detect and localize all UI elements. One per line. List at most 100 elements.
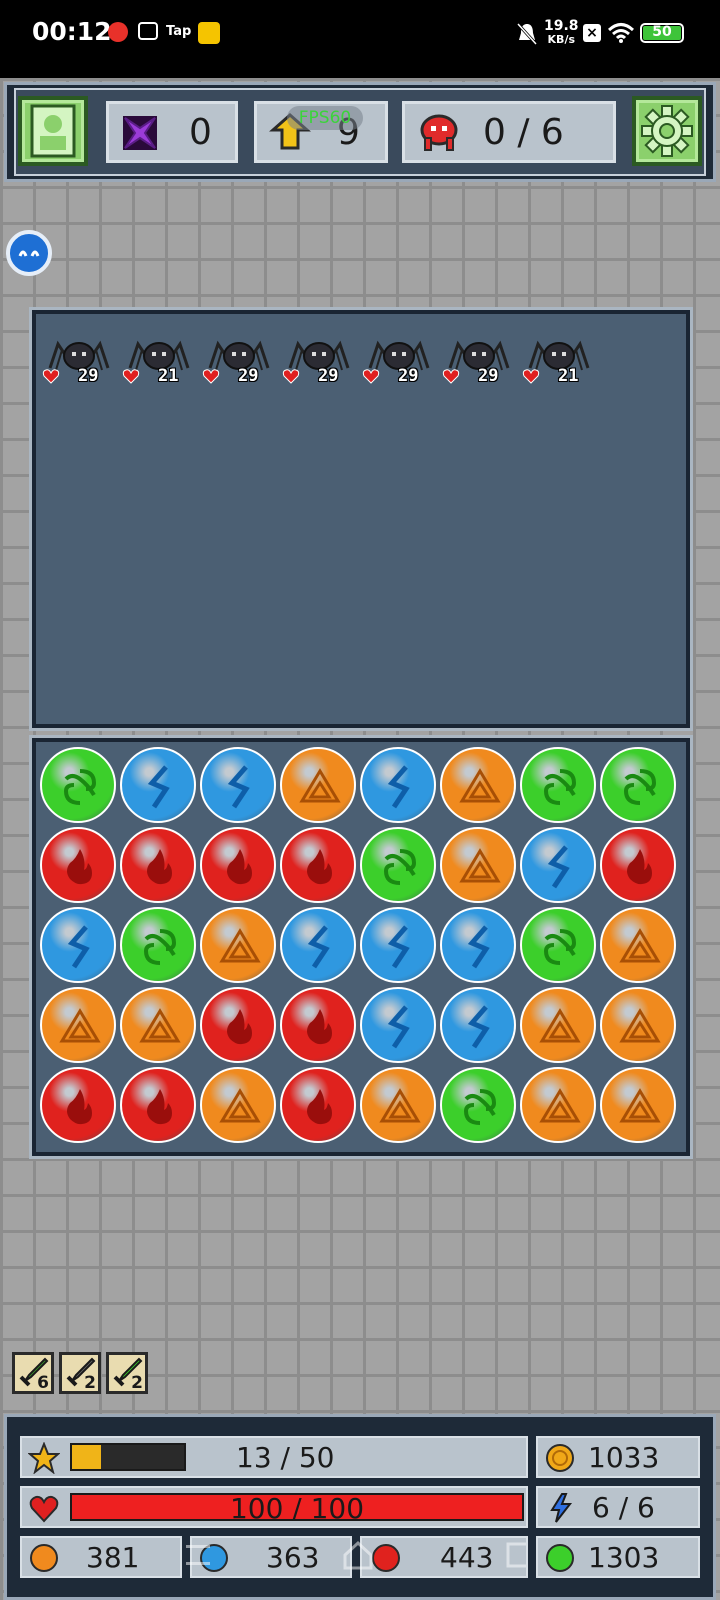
skill-slot[interactable]: 2: [106, 1352, 148, 1394]
heart-icon: [282, 369, 300, 384]
nav-menu-icon[interactable]: [186, 1545, 210, 1565]
nav-back-icon[interactable]: [500, 1540, 532, 1570]
orb-green[interactable]: [40, 747, 116, 823]
gem-count: 0: [189, 112, 212, 153]
orb-red[interactable]: [600, 827, 676, 903]
heart-icon: [202, 369, 220, 384]
mana-text: 6 / 6: [592, 1491, 655, 1524]
heart-icon: [362, 369, 380, 384]
orb-blue[interactable]: [360, 987, 436, 1063]
blue-bolt-icon: [550, 1493, 573, 1523]
enemy-row: 29 21 29 29 29 29 21: [42, 340, 642, 400]
orb-orange-glyph-icon: [139, 1008, 181, 1043]
enemy-hp: 29: [478, 366, 499, 386]
nav-home-icon[interactable]: [342, 1540, 374, 1570]
orb-orange[interactable]: [600, 907, 676, 983]
orb-orange[interactable]: [360, 1067, 436, 1143]
enemy-spider[interactable]: 29: [42, 340, 112, 398]
blue-count: 363: [266, 1541, 320, 1574]
orb-orange-glyph-icon: [619, 928, 661, 963]
orb-green-glyph-icon: [623, 769, 657, 805]
orb-red[interactable]: [40, 1067, 116, 1143]
enemy-hp: 21: [558, 366, 579, 386]
orb-red[interactable]: [120, 1067, 196, 1143]
status-bar: 00:12 Tap 19.8 KB/s × 50: [0, 0, 720, 78]
purple-crystal-icon: [123, 116, 157, 150]
orb-green[interactable]: [600, 747, 676, 823]
orb-blue[interactable]: [40, 907, 116, 983]
orb-red[interactable]: [200, 827, 276, 903]
orb-red[interactable]: [200, 987, 276, 1063]
enemy-spider[interactable]: 29: [442, 340, 512, 398]
orb-orange-glyph-icon: [299, 768, 341, 803]
orb-orange[interactable]: [120, 987, 196, 1063]
orb-orange-glyph-icon: [459, 848, 501, 883]
green-count: 1303: [588, 1541, 660, 1574]
orb-blue-glyph-icon: [67, 925, 90, 969]
orb-orange-glyph-icon: [219, 1088, 261, 1123]
orb-red[interactable]: [280, 987, 356, 1063]
orb-board[interactable]: [40, 747, 680, 1147]
orb-blue[interactable]: [360, 907, 436, 983]
skill-slot[interactable]: 6: [12, 1352, 54, 1394]
orb-orange[interactable]: [40, 987, 116, 1063]
orb-orange[interactable]: [600, 987, 676, 1063]
gem-counter: 0: [106, 101, 238, 163]
orb-orange[interactable]: [280, 747, 356, 823]
orb-blue[interactable]: [280, 907, 356, 983]
enemy-hp: 29: [398, 366, 419, 386]
enemy-spider[interactable]: 21: [122, 340, 192, 398]
orb-blue-glyph-icon: [307, 925, 330, 969]
orb-red[interactable]: [120, 827, 196, 903]
floating-assistant-button[interactable]: [6, 230, 52, 276]
heart-icon: [442, 369, 460, 384]
enemy-spider[interactable]: 29: [362, 340, 432, 398]
enemy-spider[interactable]: 29: [282, 340, 352, 398]
orb-green[interactable]: [440, 1067, 516, 1143]
orb-red[interactable]: [280, 1067, 356, 1143]
orb-red-glyph-icon: [627, 849, 652, 885]
profile-button[interactable]: [18, 96, 88, 166]
enemy-spider[interactable]: 29: [202, 340, 272, 398]
level-counter: 9 FPS60: [254, 101, 388, 163]
hp-text: 100 / 100: [229, 1492, 365, 1525]
orb-orange[interactable]: [200, 907, 276, 983]
orb-orange[interactable]: [520, 1067, 596, 1143]
orb-orange[interactable]: [440, 827, 516, 903]
orb-blue[interactable]: [520, 827, 596, 903]
orb-blue[interactable]: [120, 747, 196, 823]
heart-icon: [122, 369, 140, 384]
orb-blue[interactable]: [200, 747, 276, 823]
orb-orange-glyph-icon: [59, 1008, 101, 1043]
coin-row: 1033: [536, 1436, 700, 1478]
orb-blue[interactable]: [360, 747, 436, 823]
orb-red[interactable]: [40, 827, 116, 903]
battery-level: 50: [652, 24, 672, 40]
skill-slot[interactable]: 2: [59, 1352, 101, 1394]
xp-row: 13 / 50: [20, 1436, 528, 1478]
orb-blue[interactable]: [440, 907, 516, 983]
orb-orange[interactable]: [440, 747, 516, 823]
heart-icon: [29, 1495, 59, 1523]
settings-button[interactable]: [632, 96, 702, 166]
profile-icon: [30, 104, 76, 158]
orb-green-glyph-icon: [63, 769, 97, 805]
orb-green[interactable]: [360, 827, 436, 903]
hp-bar: 100 / 100: [70, 1492, 524, 1525]
orb-blue-glyph-icon: [547, 845, 570, 889]
enemy-kill-text: 0 / 6: [483, 112, 564, 153]
orb-blue[interactable]: [440, 987, 516, 1063]
red-count: 443: [440, 1541, 494, 1574]
orb-green[interactable]: [520, 747, 596, 823]
assistant-face-icon: [18, 250, 40, 257]
orb-red[interactable]: [280, 827, 356, 903]
orb-blue-glyph-icon: [387, 1005, 410, 1049]
orb-orange[interactable]: [600, 1067, 676, 1143]
orb-orange-glyph-icon: [379, 1088, 421, 1123]
enemy-spider[interactable]: 21: [522, 340, 592, 398]
orb-orange[interactable]: [520, 987, 596, 1063]
orb-orange[interactable]: [200, 1067, 276, 1143]
red-orb-icon: [372, 1544, 400, 1572]
orb-green[interactable]: [120, 907, 196, 983]
orb-green[interactable]: [520, 907, 596, 983]
